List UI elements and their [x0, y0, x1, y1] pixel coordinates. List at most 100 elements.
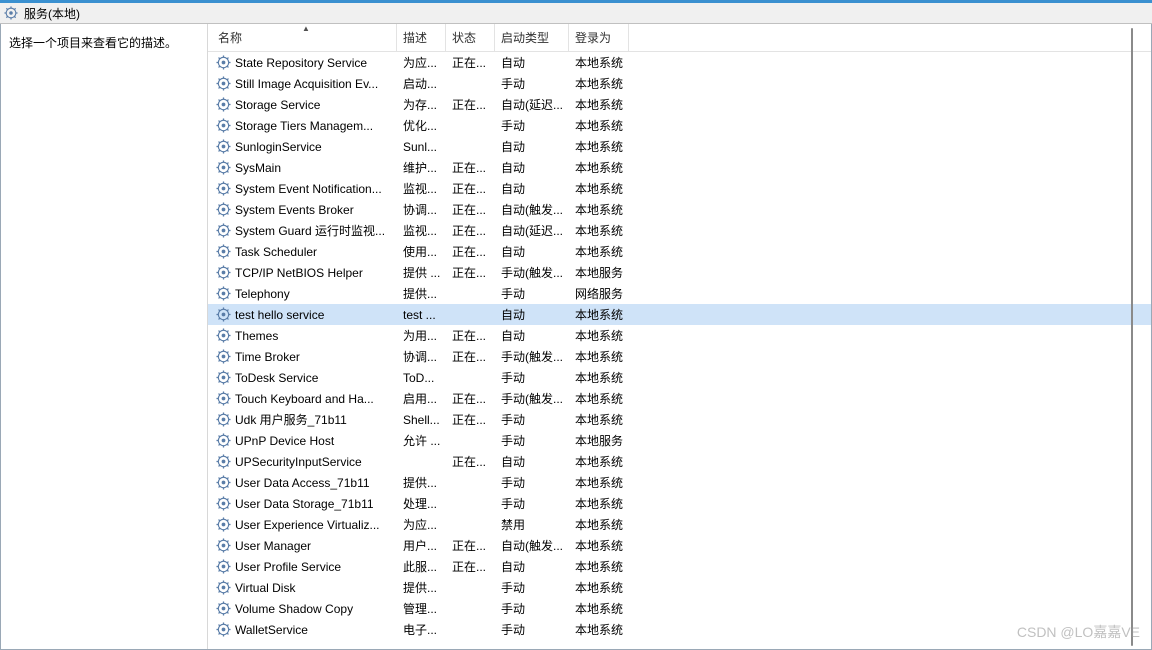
service-desc: 电子... — [397, 621, 446, 638]
service-name-cell: Themes — [216, 328, 397, 343]
service-row[interactable]: User Manager用户...正在...自动(触发...本地系统 — [208, 535, 1151, 556]
column-header-desc[interactable]: 描述 — [397, 24, 446, 51]
service-name: User Data Access_71b11 — [235, 476, 370, 490]
service-startup: 手动 — [495, 495, 569, 512]
column-header-status[interactable]: 状态 — [446, 24, 495, 51]
service-status: 正在... — [446, 222, 495, 239]
service-desc: 提供... — [397, 579, 446, 596]
service-startup: 自动(触发... — [495, 201, 569, 218]
vertical-scrollbar[interactable] — [1131, 28, 1133, 646]
service-row[interactable]: SunloginServiceSunl...自动本地系统 — [208, 136, 1151, 157]
service-row[interactable]: Still Image Acquisition Ev...启动...手动本地系统 — [208, 73, 1151, 94]
service-row[interactable]: System Event Notification...监视...正在...自动… — [208, 178, 1151, 199]
service-status: 正在... — [446, 96, 495, 113]
service-name-cell: Time Broker — [216, 349, 397, 364]
service-startup: 手动(触发... — [495, 390, 569, 407]
gear-icon — [216, 517, 231, 532]
service-logon: 本地系统 — [569, 306, 629, 323]
service-name-cell: User Data Access_71b11 — [216, 475, 397, 490]
service-name: User Profile Service — [235, 560, 341, 574]
service-logon: 本地系统 — [569, 159, 629, 176]
gear-icon — [216, 286, 231, 301]
service-row[interactable]: Task Scheduler使用...正在...自动本地系统 — [208, 241, 1151, 262]
column-header-label: 启动类型 — [501, 29, 549, 46]
service-name-cell: WalletService — [216, 622, 397, 637]
service-name-cell: User Experience Virtualiz... — [216, 517, 397, 532]
service-row[interactable]: User Data Storage_71b11处理...手动本地系统 — [208, 493, 1151, 514]
service-startup: 自动(延迟... — [495, 222, 569, 239]
service-row[interactable]: Udk 用户服务_71b11Shell...正在...手动本地系统 — [208, 409, 1151, 430]
service-startup: 手动 — [495, 75, 569, 92]
column-header-startup[interactable]: 启动类型 — [495, 24, 569, 51]
service-startup: 手动(触发... — [495, 264, 569, 281]
service-startup: 自动 — [495, 243, 569, 260]
service-status: 正在... — [446, 54, 495, 71]
service-startup: 手动 — [495, 621, 569, 638]
column-header-label: 名称 — [218, 29, 242, 46]
service-desc: test ... — [397, 308, 446, 322]
gear-icon — [216, 580, 231, 595]
service-name: User Manager — [235, 539, 311, 553]
service-row[interactable]: UPnP Device Host允许 ...手动本地服务 — [208, 430, 1151, 451]
gear-icon — [216, 76, 231, 91]
service-row[interactable]: System Events Broker协调...正在...自动(触发...本地… — [208, 199, 1151, 220]
services-list[interactable]: State Repository Service为应...正在...自动本地系统… — [208, 52, 1151, 649]
service-row[interactable]: TCP/IP NetBIOS Helper提供 ...正在...手动(触发...… — [208, 262, 1151, 283]
service-name: System Event Notification... — [235, 182, 382, 196]
service-name: UPSecurityInputService — [235, 455, 362, 469]
service-logon: 本地系统 — [569, 75, 629, 92]
service-row[interactable]: WalletService电子...手动本地系统 — [208, 619, 1151, 640]
service-status: 正在... — [446, 327, 495, 344]
service-row[interactable]: ToDesk ServiceToD...手动本地系统 — [208, 367, 1151, 388]
service-desc: 优化... — [397, 117, 446, 134]
service-name-cell: User Profile Service — [216, 559, 397, 574]
service-name: UPnP Device Host — [235, 434, 334, 448]
service-row[interactable]: Storage Tiers Managem...优化...手动本地系统 — [208, 115, 1151, 136]
service-status: 正在... — [446, 537, 495, 554]
service-startup: 自动 — [495, 138, 569, 155]
column-header-label: 描述 — [403, 29, 427, 46]
gear-icon — [216, 622, 231, 637]
service-logon: 本地系统 — [569, 516, 629, 533]
service-row[interactable]: Storage Service为存...正在...自动(延迟...本地系统 — [208, 94, 1151, 115]
service-logon: 本地系统 — [569, 180, 629, 197]
service-row[interactable]: User Experience Virtualiz...为应...禁用本地系统 — [208, 514, 1151, 535]
service-row[interactable]: State Repository Service为应...正在...自动本地系统 — [208, 52, 1151, 73]
service-logon: 本地系统 — [569, 96, 629, 113]
service-desc: 用户... — [397, 537, 446, 554]
gear-icon — [216, 223, 231, 238]
service-row[interactable]: Themes为用...正在...自动本地系统 — [208, 325, 1151, 346]
service-row[interactable]: System Guard 运行时监视...监视...正在...自动(延迟...本… — [208, 220, 1151, 241]
service-status: 正在... — [446, 264, 495, 281]
service-row[interactable]: UPSecurityInputService正在...自动本地系统 — [208, 451, 1151, 472]
service-row[interactable]: SysMain维护...正在...自动本地系统 — [208, 157, 1151, 178]
service-row[interactable]: Time Broker协调...正在...手动(触发...本地系统 — [208, 346, 1151, 367]
service-name: Udk 用户服务_71b11 — [235, 411, 347, 428]
service-logon: 本地系统 — [569, 201, 629, 218]
gear-icon — [216, 202, 231, 217]
service-logon: 本地系统 — [569, 117, 629, 134]
service-name-cell: Telephony — [216, 286, 397, 301]
service-desc: Sunl... — [397, 140, 446, 154]
gear-icon — [216, 412, 231, 427]
service-row[interactable]: test hello servicetest ...自动本地系统 — [208, 304, 1151, 325]
column-header-name[interactable]: 名称 ▲ — [216, 24, 397, 51]
column-header-label: 登录为 — [575, 29, 611, 46]
service-desc: 允许 ... — [397, 432, 446, 449]
description-panel: 选择一个项目来查看它的描述。 — [1, 24, 208, 649]
service-startup: 手动 — [495, 600, 569, 617]
service-row[interactable]: Touch Keyboard and Ha...启用...正在...手动(触发.… — [208, 388, 1151, 409]
service-row[interactable]: Telephony提供...手动网络服务 — [208, 283, 1151, 304]
service-row[interactable]: Virtual Disk提供...手动本地系统 — [208, 577, 1151, 598]
service-row[interactable]: User Profile Service此服...正在...自动本地系统 — [208, 556, 1151, 577]
gear-icon — [216, 118, 231, 133]
service-name-cell: System Guard 运行时监视... — [216, 222, 397, 239]
service-row[interactable]: User Data Access_71b11提供...手动本地系统 — [208, 472, 1151, 493]
service-logon: 本地系统 — [569, 243, 629, 260]
gear-icon — [216, 265, 231, 280]
service-row[interactable]: Volume Shadow Copy管理...手动本地系统 — [208, 598, 1151, 619]
gear-icon — [216, 433, 231, 448]
service-desc: 处理... — [397, 495, 446, 512]
column-header-logon[interactable]: 登录为 — [569, 24, 629, 51]
service-startup: 自动 — [495, 159, 569, 176]
